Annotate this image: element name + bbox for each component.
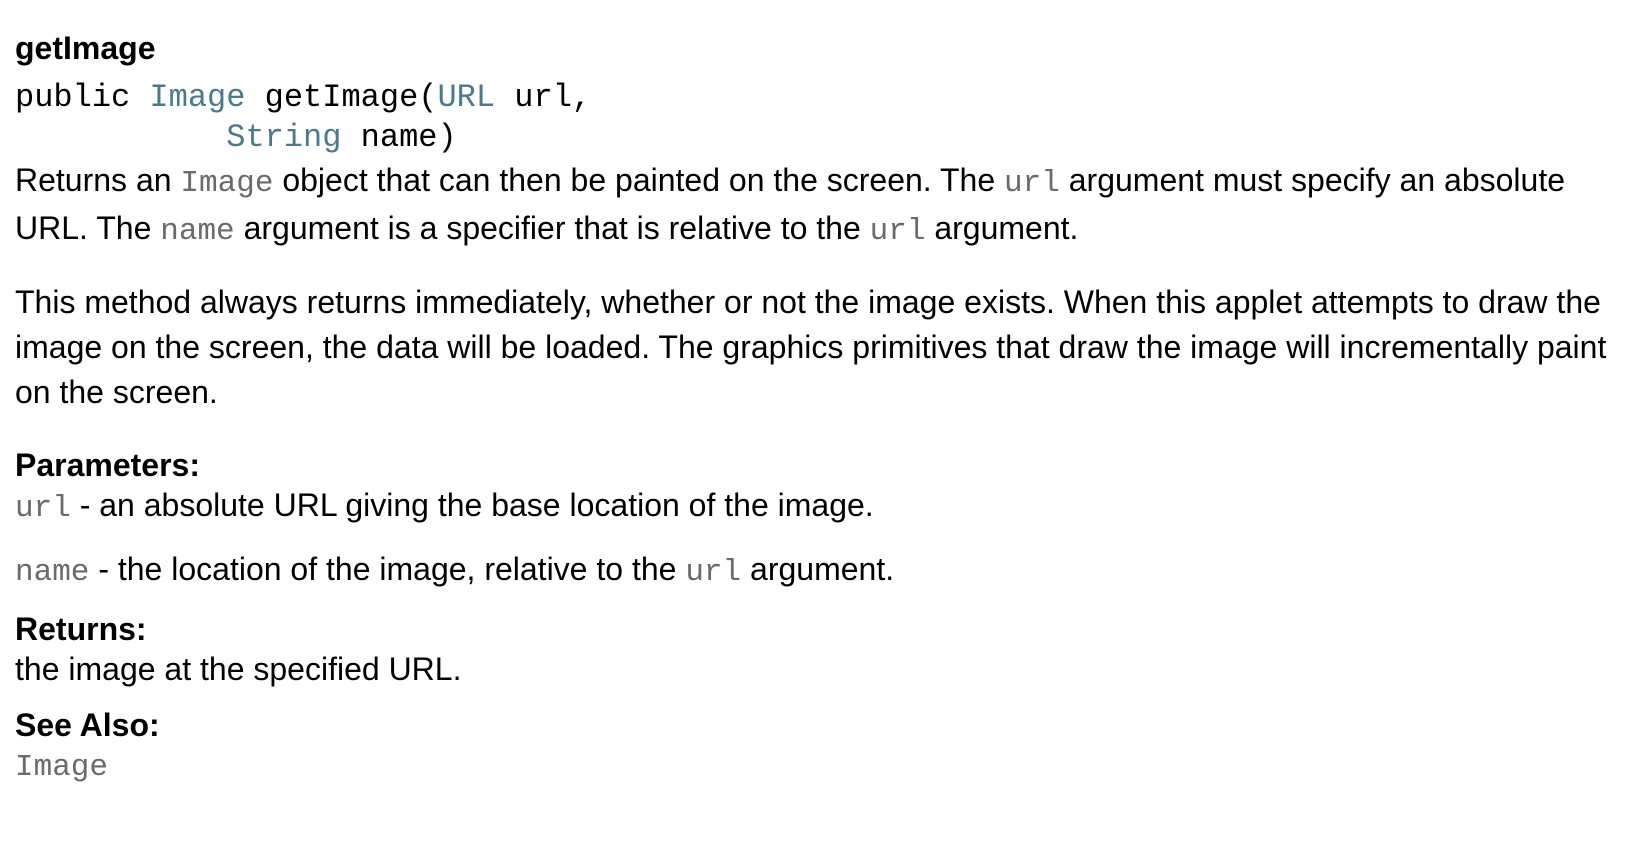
- param-code: url: [15, 491, 71, 526]
- param-description: - the location of the image, relative to…: [89, 551, 686, 587]
- param-code: name: [15, 555, 90, 590]
- method-title: getImage: [15, 30, 156, 66]
- param-description-tail: argument.: [741, 551, 895, 587]
- return-type-link[interactable]: Image: [149, 79, 245, 116]
- returns-label: Returns:: [15, 611, 147, 647]
- param-code-ref: url: [685, 555, 742, 590]
- description-paragraph-2: This method always returns immediately, …: [15, 284, 1607, 410]
- parameters-label: Parameters:: [15, 447, 200, 483]
- signature-modifier: public: [15, 79, 131, 116]
- code-url: url: [1004, 166, 1060, 201]
- method-detail: getImage public Image getImage(URL url, …: [15, 28, 1635, 791]
- param2-type-link[interactable]: String: [226, 119, 341, 156]
- method-signature: public Image getImage(URL url, String na…: [15, 78, 1635, 158]
- param1-name: url,: [514, 79, 592, 116]
- code-name: name: [160, 214, 235, 249]
- description-paragraph-1: Returns an Image object that can then be…: [15, 162, 1565, 249]
- param1-type-link[interactable]: URL: [437, 79, 495, 116]
- signature-method-name: getImage(: [264, 79, 438, 116]
- param2-name: name): [360, 119, 457, 156]
- parameter-url: url - an absolute URL giving the base lo…: [15, 485, 1635, 529]
- see-also-label: See Also:: [15, 707, 160, 743]
- see-also-image-link[interactable]: Image: [15, 745, 108, 791]
- parameter-name: name - the location of the image, relati…: [15, 549, 1635, 593]
- param-description: - an absolute URL giving the base locati…: [70, 487, 874, 523]
- returns-description: the image at the specified URL.: [15, 651, 462, 687]
- code-image: Image: [180, 166, 274, 201]
- code-url: url: [869, 214, 926, 249]
